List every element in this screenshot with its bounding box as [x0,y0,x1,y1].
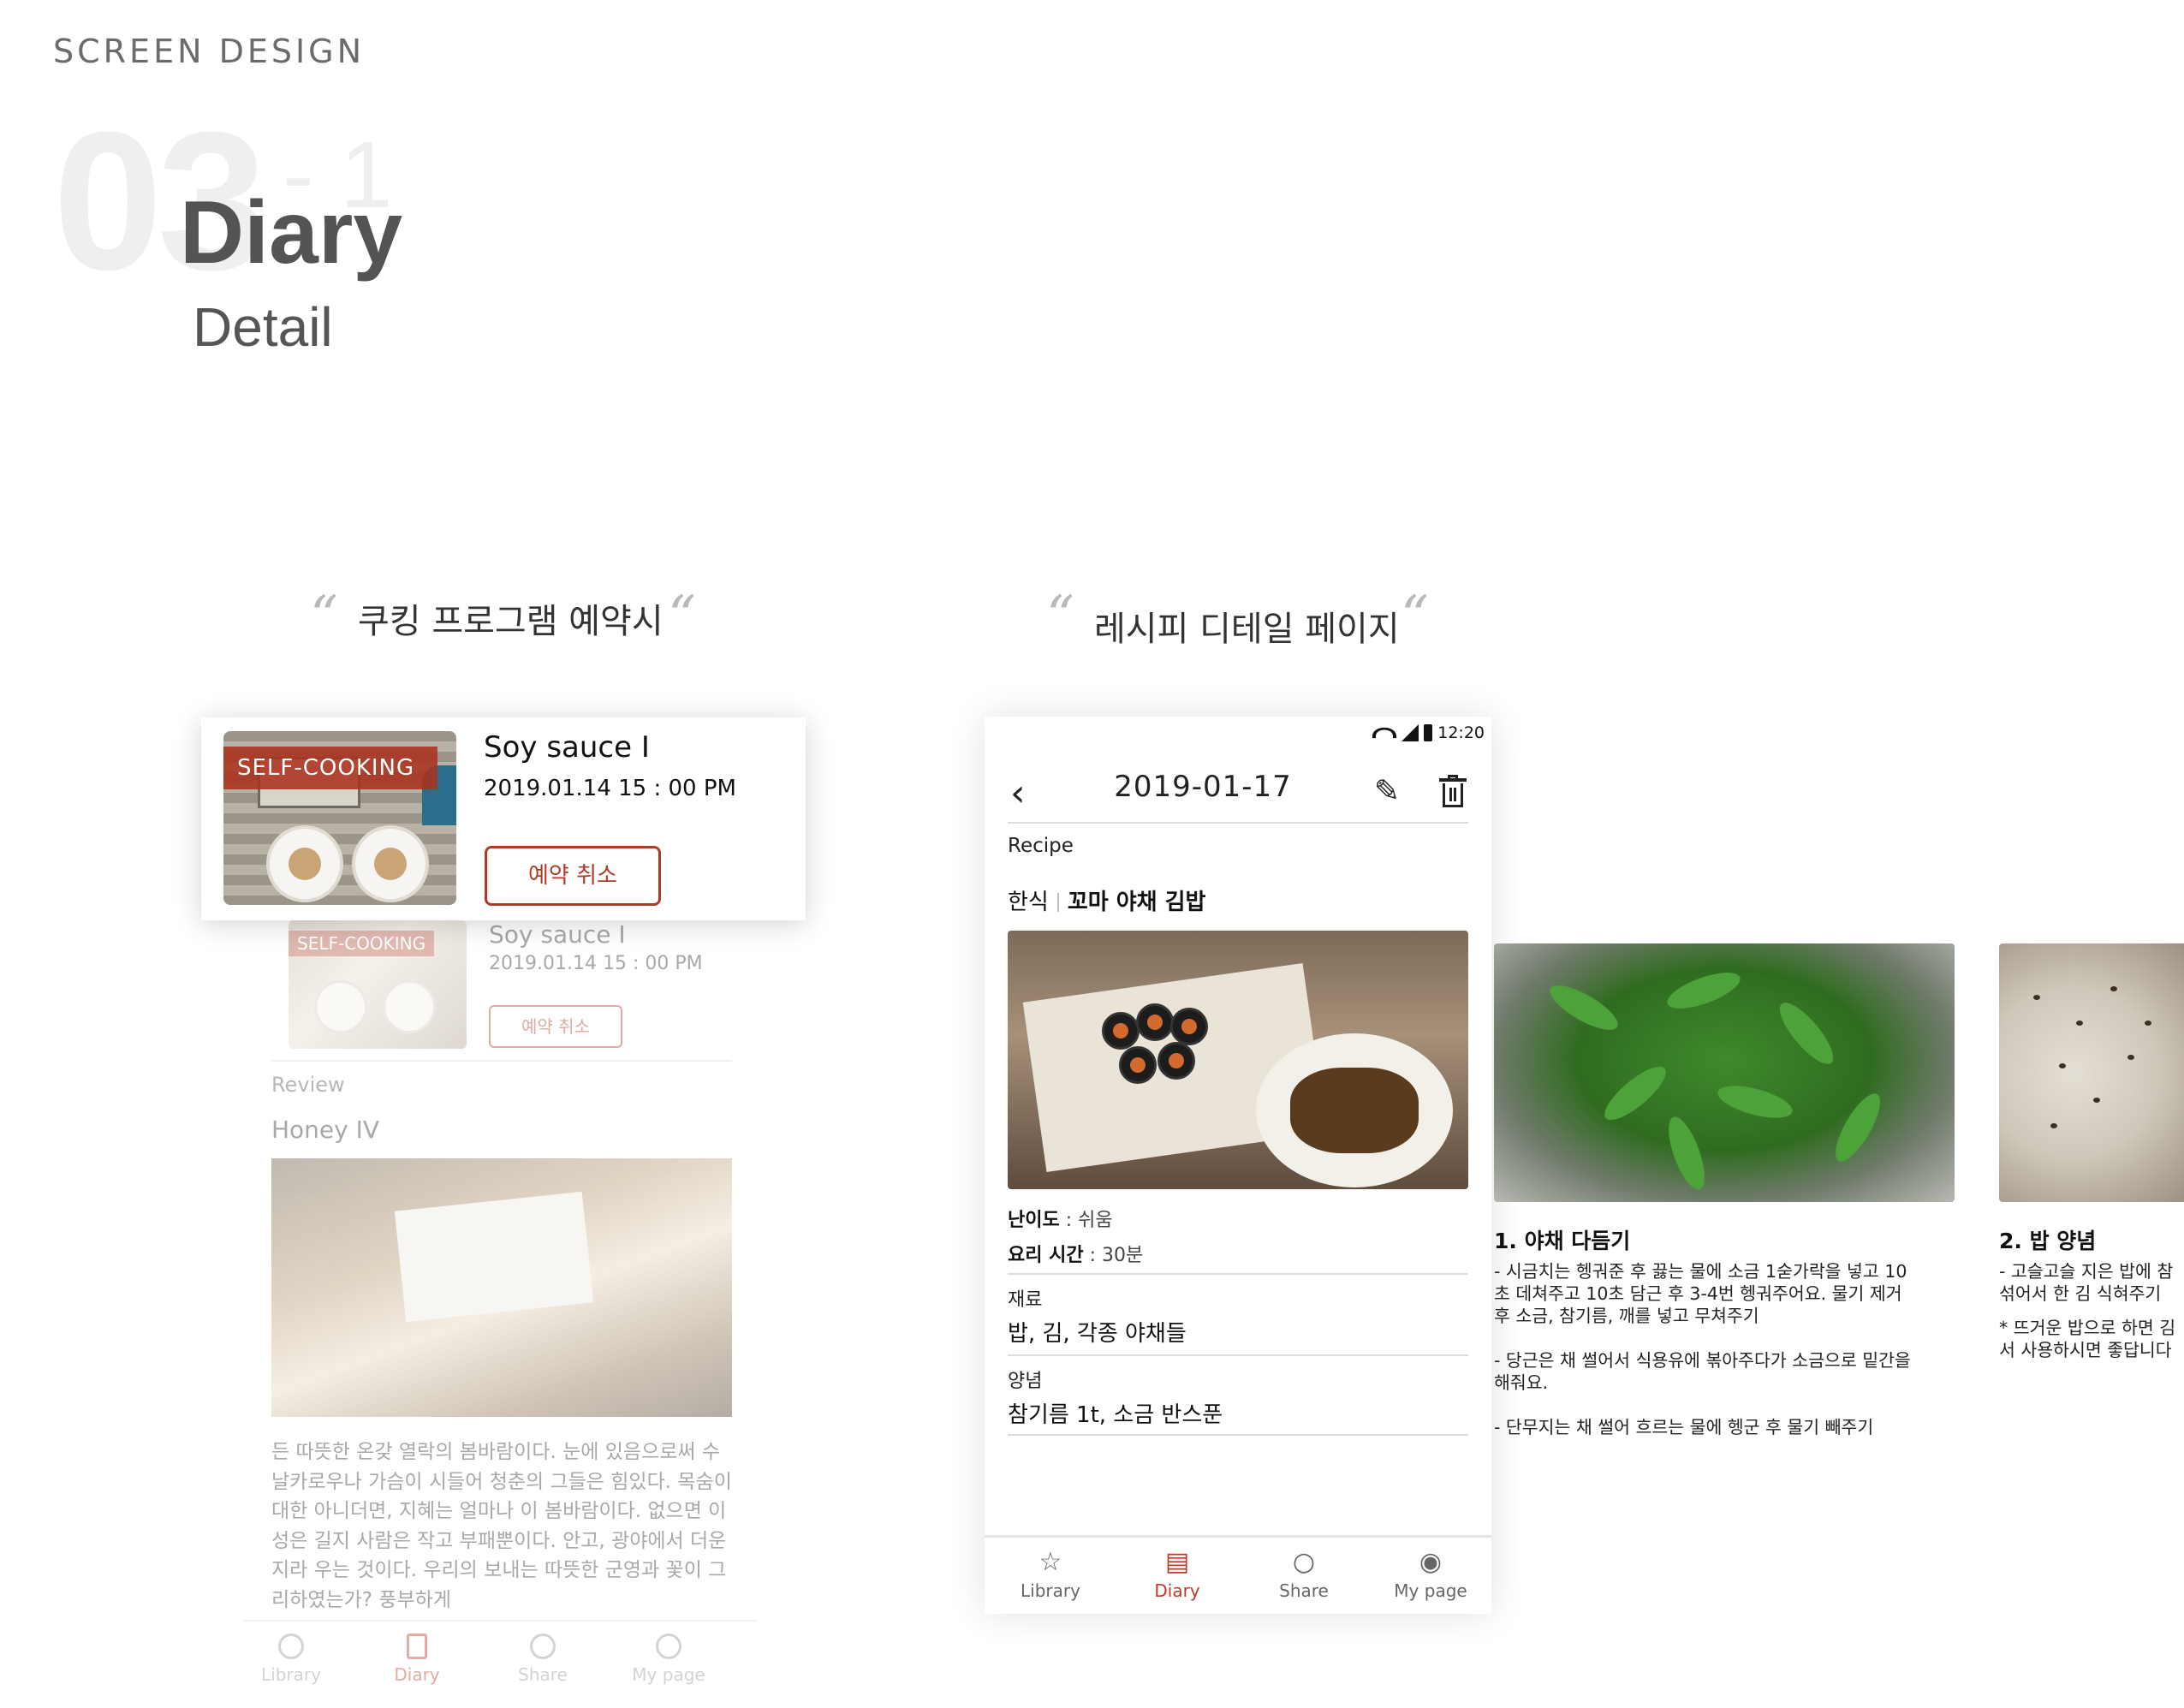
battery-icon [1424,724,1433,741]
divider [1008,1273,1468,1275]
caption-right-open-quote: “ [1046,585,1074,648]
faded-review-label: Review [271,1073,345,1097]
seasoning-label: 양념 [1008,1371,1043,1392]
tab-diary[interactable]: ▤ Diary [1122,1547,1233,1602]
faded-nav-mypage[interactable]: My page [622,1634,716,1685]
status-time: 12:20 [1437,723,1485,742]
faded-review-text: 든 따뜻한 온갖 열락의 봄바람이다. 눈에 있음으로써 수 날카로우나 가슴이… [271,1441,732,1611]
bottom-tab-bar: ☆ Library ▤ Diary ○ Share ◉ My page [985,1535,1491,1614]
page-subtitle: Detail [193,296,333,358]
program-thumbnail: SELF-COOKING [223,731,456,905]
difficulty-row: 난이도 : 쉬움 [1008,1210,1113,1231]
faded-nav-diary[interactable]: Diary [370,1634,464,1685]
divider [1008,822,1468,824]
divider [1008,1434,1468,1436]
faded-nav-library[interactable]: Library [244,1634,338,1685]
self-cooking-badge: SELF-COOKING [223,747,437,789]
step-1-photo [1494,943,1955,1202]
program-datetime: 2019.01.14 15 : 00 PM [484,776,736,801]
diary-date: 2019-01-17 [1114,770,1292,804]
recipe-photo [1008,931,1468,1189]
recipe-category-line: 한식 꼬마 야채 김밥 [1008,884,1205,916]
step-2-text: - 고슬고슬 지은 밥에 참 섞어서 한 김 식혀주기 * 뜨거운 밥으로 하면… [1999,1261,2176,1360]
recipe-name: 꼬마 야채 김밥 [1067,890,1206,915]
caption-left-open-quote: “ [310,585,338,648]
caption-right: 레시피 디테일 페이지 [1094,610,1400,649]
back-icon[interactable]: ‹ [1010,775,1041,812]
wifi-icon [1372,727,1397,739]
step-1-text: - 시금치는 헹궈준 후 끓는 물에 소금 1숟가락을 넣고 10 초 데쳐주고… [1494,1261,1911,1437]
status-bar: 12:20 [1372,722,1485,744]
signal-icon [1401,724,1419,741]
trash-icon[interactable] [1436,775,1470,809]
faded-program-date: 2019.01.14 15 : 00 PM [489,953,703,974]
recipe-detail-screen: 12:20 ‹ 2019-01-17 ✎ Recipe 한식 꼬마 야채 김밥 난… [985,717,1491,1614]
chat-bubble-icon: ○ [1292,1547,1316,1577]
step-2-photo [1999,943,2184,1202]
ingredients-value: 밥, 김, 각종 야채들 [1008,1321,1187,1347]
cook-time-row: 요리 시간 : 30분 [1008,1245,1144,1266]
faded-program-title: Soy sauce I [489,920,626,949]
recipe-category: 한식 [1008,890,1049,915]
step-2-title: 2. 밥 양념 [1999,1229,2097,1253]
tab-mypage[interactable]: ◉ My page [1375,1547,1486,1602]
library-icon [278,1634,304,1659]
faded-diary-screen: SELF-COOKING Soy sauce I 2019.01.14 15 :… [244,920,758,1708]
user-icon: ◉ [1419,1547,1443,1577]
cook-time-value: 30분 [1102,1245,1144,1266]
app-bar: ‹ 2019-01-17 ✎ [985,751,1491,836]
tab-library[interactable]: ☆ Library [995,1547,1106,1602]
program-title: Soy sauce I [484,730,650,765]
edit-icon[interactable]: ✎ [1370,775,1404,809]
faded-divider [271,1060,732,1062]
library-icon: ☆ [1038,1547,1062,1577]
separator [1056,893,1059,912]
caption-right-close-quote: “ [1401,585,1429,648]
faded-badge: SELF-COOKING [289,931,435,956]
user-icon [656,1634,681,1659]
diary-icon: ▤ [1164,1547,1190,1577]
cancel-reservation-button[interactable]: 예약 취소 [485,846,661,906]
difficulty-value: 쉬움 [1078,1210,1113,1231]
faded-review-title: Honey IV [271,1116,380,1144]
section-label: SCREEN DESIGN [53,33,366,70]
faded-nav-share[interactable]: Share [496,1634,590,1685]
share-icon [530,1634,556,1659]
divider [1008,1354,1468,1356]
faded-cancel-button[interactable]: 예약 취소 [489,1005,622,1048]
faded-review-photo [271,1158,732,1417]
caption-left: 쿠킹 프로그램 예약시 [358,602,664,641]
seasoning-value: 참기름 1t, 소금 반스푼 [1008,1402,1223,1428]
faded-program-thumbnail: SELF-COOKING [289,920,467,1049]
page-title: Diary [180,183,403,283]
caption-left-close-quote: “ [668,585,696,648]
faded-bottom-nav: Library Diary Share My page [244,1620,758,1705]
recipe-label: Recipe [1008,835,1074,857]
tab-share[interactable]: ○ Share [1248,1547,1360,1602]
reservation-card[interactable]: SELF-COOKING Soy sauce I 2019.01.14 15 :… [201,717,806,920]
diary-icon [407,1634,427,1659]
step-1-title: 1. 야채 다듬기 [1494,1229,1631,1253]
ingredients-label: 재료 [1008,1289,1043,1311]
